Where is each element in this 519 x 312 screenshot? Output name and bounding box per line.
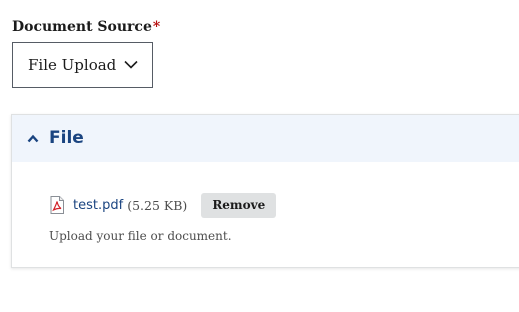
uploaded-file-row: test.pdf (5.25 KB) Remove [50, 192, 277, 218]
file-section-title: File [49, 128, 84, 148]
file-section: File test.pdf (5.25 KB) Remove Upload yo… [11, 114, 519, 268]
upload-help-text: Upload your file or document. [49, 229, 232, 243]
caret-up-icon [27, 134, 39, 143]
file-link[interactable]: test.pdf [73, 198, 123, 213]
pdf-file-icon [50, 196, 64, 214]
required-asterisk: * [152, 19, 161, 35]
file-size: (5.25 KB) [127, 197, 188, 213]
chevron-down-icon [124, 60, 138, 69]
document-source-select[interactable]: File Upload [12, 42, 153, 88]
document-source-selected-value: File Upload [28, 56, 117, 74]
file-section-toggle[interactable]: File [12, 115, 519, 162]
remove-file-button[interactable]: Remove [201, 192, 277, 218]
document-source-label: Document Source* [12, 19, 160, 35]
document-source-label-text: Document Source [12, 19, 152, 35]
